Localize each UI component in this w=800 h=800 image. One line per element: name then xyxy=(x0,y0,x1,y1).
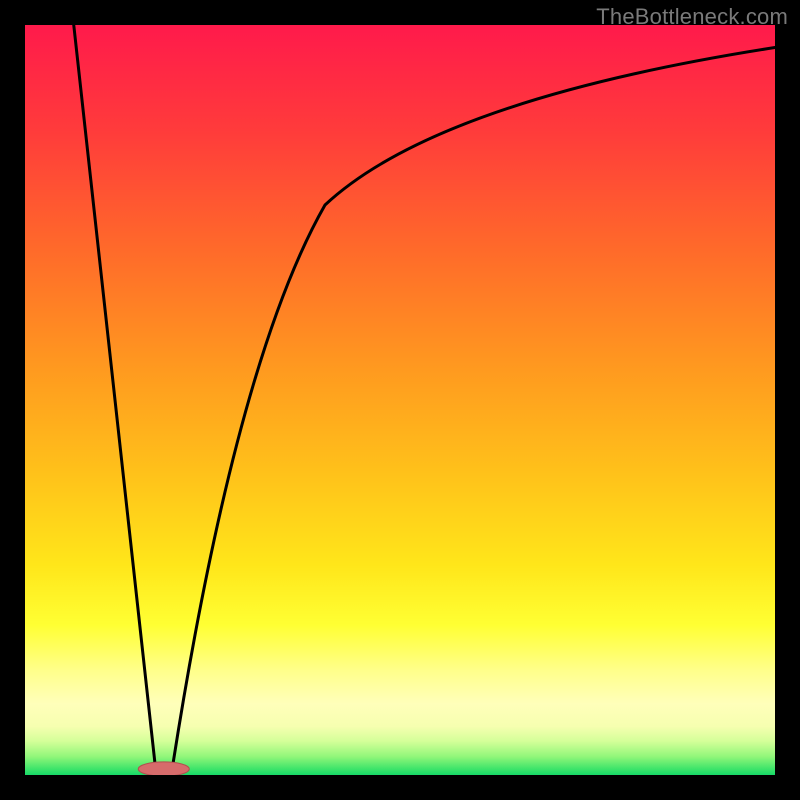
minimum-indicator xyxy=(138,762,189,775)
gradient-background xyxy=(25,25,775,775)
chart-stage: TheBottleneck.com xyxy=(0,0,800,800)
plot-svg xyxy=(25,25,775,775)
watermark-text: TheBottleneck.com xyxy=(596,4,788,30)
plot-area xyxy=(25,25,775,775)
